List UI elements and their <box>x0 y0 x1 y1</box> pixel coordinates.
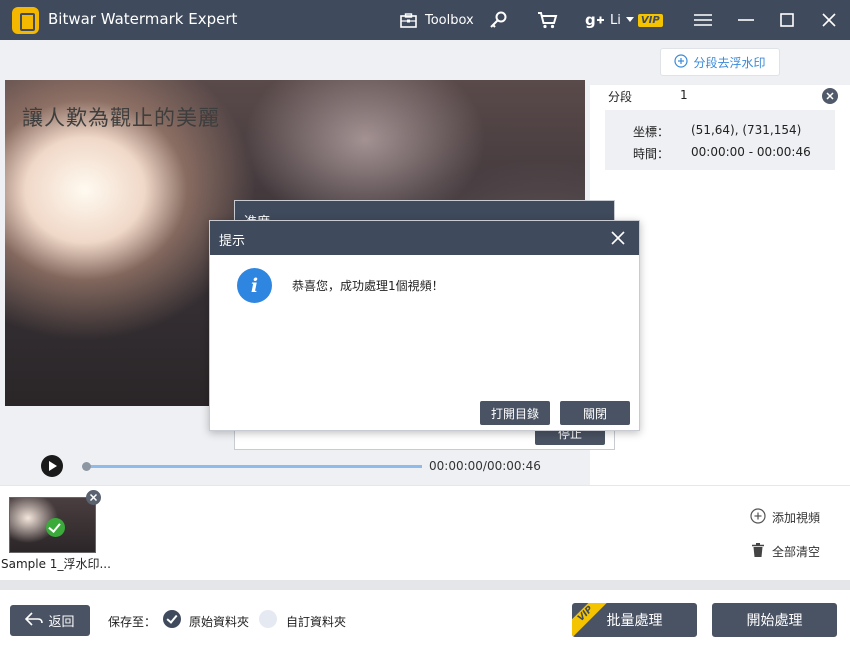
batch-process-button[interactable]: VIP 批量處理 <box>572 603 697 637</box>
back-arrow-icon <box>25 611 44 630</box>
message-dialog-title: 提示 <box>219 234 246 249</box>
progress-knob[interactable] <box>82 462 91 471</box>
app-title: Bitwar Watermark Expert <box>48 10 238 28</box>
segment-delete-icon[interactable] <box>822 88 838 104</box>
clear-all-button[interactable]: 全部清空 <box>750 542 820 561</box>
player-controls: 00:00:00/00:00:46 <box>0 448 590 485</box>
user-add-icon: g <box>585 12 605 28</box>
open-directory-label: 打開目錄 <box>490 406 539 421</box>
custom-folder-label: 自訂資料夾 <box>286 615 347 629</box>
window-close-icon[interactable] <box>822 0 836 40</box>
start-label: 開始處理 <box>746 613 803 629</box>
close-label: 關閉 <box>582 406 607 421</box>
trash-icon <box>750 542 766 561</box>
add-video-label: 添加視頻 <box>772 511 821 525</box>
progress-track[interactable] <box>86 465 422 468</box>
dropdown-arrow-icon <box>625 17 634 23</box>
segment-toolbar: 分段去浮水印 <box>590 40 850 85</box>
check-icon <box>46 518 65 537</box>
svg-text:g: g <box>585 12 596 28</box>
radio-custom-folder[interactable] <box>259 610 277 628</box>
separator <box>0 580 850 590</box>
original-folder-label: 原始資料夾 <box>189 615 250 629</box>
time-label: 時間： <box>633 147 670 161</box>
toolbox-label: Toolbox <box>425 12 474 28</box>
thumbnail-strip: Sample 1_浮水印... 添加視頻 全部清空 <box>0 485 850 580</box>
toolbox-button[interactable]: Toolbox <box>400 0 474 40</box>
menu-icon[interactable] <box>694 0 712 40</box>
bottom-bar: 返回 保存至： 原始資料夾 自訂資料夾 VIP 批量處理 開始處理 <box>0 590 850 650</box>
time-value: 00:00:00 - 00:00:46 <box>691 145 811 159</box>
save-to-label: 保存至： <box>108 615 157 629</box>
video-thumbnail[interactable] <box>9 497 96 553</box>
segment-button-label: 分段去浮水印 <box>693 55 766 70</box>
segment-number: 1 <box>680 88 688 102</box>
add-circle-icon <box>750 508 766 527</box>
vip-badge: VIP <box>637 13 663 27</box>
clear-all-label: 全部清空 <box>772 545 821 559</box>
user-menu[interactable]: g Li VIP <box>585 0 663 40</box>
segment-details: 坐標： (51,64), (731,154) 時間： 00:00:00 - 00… <box>605 110 835 170</box>
segment-label: 分段 <box>608 90 633 104</box>
open-directory-button[interactable]: 打開目錄 <box>480 401 550 425</box>
thumbnail-name: Sample 1_浮水印... <box>1 557 111 571</box>
batch-label: 批量處理 <box>606 613 663 629</box>
add-video-button[interactable]: 添加視頻 <box>750 508 820 527</box>
coord-value: (51,64), (731,154) <box>691 123 802 137</box>
message-text: 恭喜您，成功處理1個視頻！ <box>292 279 444 293</box>
thumbnail-remove-icon[interactable] <box>86 490 101 505</box>
app-logo-icon <box>12 7 39 34</box>
vip-ribbon: VIP <box>572 603 609 637</box>
cart-icon[interactable] <box>537 0 558 40</box>
time-display: 00:00:00/00:00:46 <box>429 459 541 473</box>
message-dialog: 提示 i 恭喜您，成功處理1個視頻！ 打開目錄 關閉 <box>209 220 640 431</box>
play-button[interactable] <box>41 455 63 477</box>
user-name: Li <box>610 12 621 28</box>
maximize-icon[interactable] <box>780 0 794 40</box>
toolbox-icon <box>400 12 417 28</box>
title-bar: Bitwar Watermark Expert Toolbox g Li VIP <box>0 0 850 40</box>
segment-row: 分段 1 <box>608 88 838 108</box>
minimize-icon[interactable] <box>738 0 754 40</box>
back-button[interactable]: 返回 <box>10 605 90 636</box>
video-overlay-text: 讓人歎為觀止的美麗 <box>22 106 220 130</box>
dialog-close-icon[interactable] <box>609 229 627 247</box>
back-label: 返回 <box>48 615 75 630</box>
add-circle-icon <box>674 53 689 71</box>
key-icon[interactable] <box>488 0 508 40</box>
start-process-button[interactable]: 開始處理 <box>712 603 837 637</box>
message-dialog-header: 提示 <box>210 221 639 255</box>
close-button[interactable]: 關閉 <box>560 401 630 425</box>
segment-remove-watermark-button[interactable]: 分段去浮水印 <box>660 48 780 76</box>
coord-label: 坐標： <box>633 125 670 139</box>
radio-original-folder[interactable] <box>163 610 181 628</box>
info-icon: i <box>237 268 272 303</box>
